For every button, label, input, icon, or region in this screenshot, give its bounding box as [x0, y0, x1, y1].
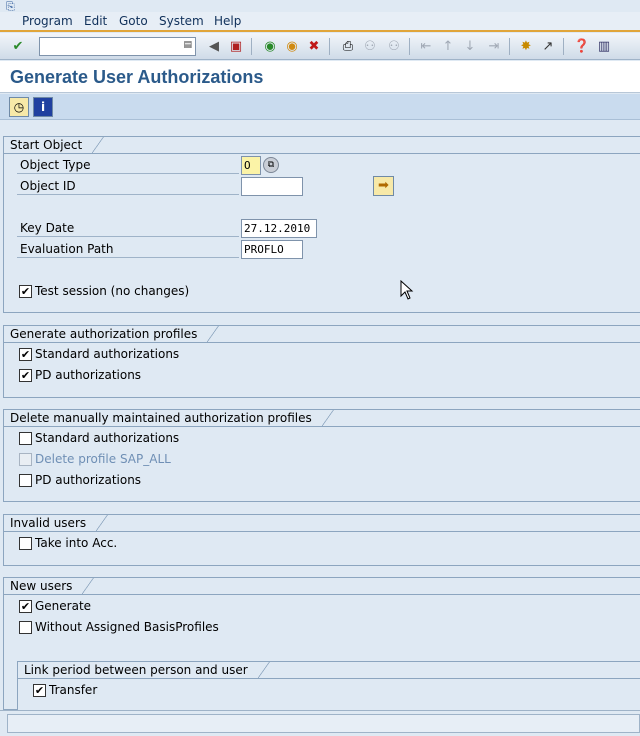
test-session-label: Test session (no changes)	[35, 284, 190, 298]
group-title: Start Object	[3, 136, 105, 153]
generate-standard-checkbox[interactable]: ✔	[19, 348, 32, 361]
shortcut-icon[interactable]: ↗	[539, 38, 557, 55]
mouse-pointer-icon	[400, 280, 414, 300]
arrow-right-icon[interactable]: ➡	[373, 176, 394, 196]
next-page-icon: ↓	[464, 39, 476, 54]
evaluation-path-field[interactable]: PROFLO	[241, 240, 303, 259]
new-users-generate-checkbox[interactable]: ✔	[19, 600, 32, 613]
take-into-account-checkbox[interactable]	[19, 537, 32, 550]
group-title: New users	[3, 577, 95, 594]
object-type-search-help-icon[interactable]: ⧉	[263, 157, 279, 173]
status-message-field	[7, 714, 640, 733]
group-title: Delete manually maintained authorization…	[3, 409, 334, 426]
delete-standard-checkbox[interactable]	[19, 432, 32, 445]
without-basis-profiles-label: Without Assigned BasisProfiles	[35, 620, 219, 634]
delete-sap-all-label: Delete profile SAP_ALL	[35, 452, 171, 466]
application-toolbar: ◷ i	[0, 94, 640, 120]
object-id-field[interactable]	[241, 177, 303, 196]
last-page-icon: ⇥	[488, 39, 500, 54]
menu-program[interactable]: Program	[22, 14, 73, 28]
command-field[interactable]: ▤	[39, 37, 196, 56]
generate-pd-label: PD authorizations	[35, 368, 142, 382]
transfer-label: Transfer	[49, 683, 98, 697]
group-title: Invalid users	[3, 514, 109, 531]
menu-system[interactable]: System	[159, 14, 204, 28]
standard-toolbar: ✔ ▤ ◀ ▣ ◉ ◉ ✖ ⎙ ⚇ ⚇ ⇤ ↑ ↓ ⇥ ✸ ↗ ❓ ▥	[0, 33, 640, 60]
menu-bar: Program Edit Goto System Help	[0, 12, 640, 32]
info-icon[interactable]: i	[33, 97, 53, 117]
group-title: Link period between person and user	[17, 661, 270, 678]
group-title: Generate authorization profiles	[3, 325, 220, 342]
find-icon: ⚇	[364, 39, 376, 54]
print-icon[interactable]: ⎙	[339, 38, 357, 55]
first-page-icon: ⇤	[420, 39, 432, 54]
exit-icon[interactable]: ◉	[283, 38, 301, 55]
back-arrow-small-icon[interactable]: ◀	[205, 38, 223, 55]
key-date-field[interactable]: 27.12.2010	[241, 219, 317, 238]
test-session-checkbox[interactable]: ✔	[19, 285, 32, 298]
evaluation-path-label: Evaluation Path	[17, 240, 239, 258]
key-date-label: Key Date	[17, 219, 239, 237]
object-type-field[interactable]: O	[241, 156, 261, 175]
menu-goto[interactable]: Goto	[119, 14, 148, 28]
previous-page-icon: ↑	[442, 39, 454, 54]
menu-edit[interactable]: Edit	[84, 14, 107, 28]
take-into-account-label: Take into Acc.	[35, 536, 118, 550]
help-icon[interactable]: ❓	[573, 38, 591, 55]
status-bar	[0, 710, 640, 736]
generate-pd-checkbox[interactable]: ✔	[19, 369, 32, 382]
command-input[interactable]	[40, 38, 175, 55]
find-next-icon: ⚇	[388, 39, 400, 54]
enter-checkmark-icon[interactable]: ✔	[9, 38, 27, 55]
group-link-period: Link period between person and user	[17, 661, 640, 710]
transfer-checkbox[interactable]: ✔	[33, 684, 46, 697]
menu-help[interactable]: Help	[214, 14, 241, 28]
delete-pd-checkbox[interactable]	[19, 474, 32, 487]
command-history-icon[interactable]: ▤	[183, 40, 192, 50]
execute-clock-icon[interactable]: ◷	[9, 97, 29, 117]
save-icon[interactable]: ▣	[227, 38, 245, 55]
generate-standard-label: Standard authorizations	[35, 347, 180, 361]
layout-menu-icon[interactable]: ▥	[595, 38, 613, 55]
new-users-generate-label: Generate	[35, 599, 92, 613]
object-type-label: Object Type	[17, 156, 239, 174]
delete-standard-label: Standard authorizations	[35, 431, 180, 445]
cancel-icon[interactable]: ✖	[305, 38, 323, 55]
title-area: Generate User Authorizations	[0, 61, 640, 93]
back-icon[interactable]: ◉	[261, 38, 279, 55]
new-session-icon[interactable]: ✸	[517, 38, 535, 55]
delete-sap-all-checkbox	[19, 453, 32, 466]
object-id-label: Object ID	[17, 177, 239, 195]
without-basis-profiles-checkbox[interactable]	[19, 621, 32, 634]
page-title: Generate User Authorizations	[10, 67, 264, 87]
delete-pd-label: PD authorizations	[35, 473, 142, 487]
